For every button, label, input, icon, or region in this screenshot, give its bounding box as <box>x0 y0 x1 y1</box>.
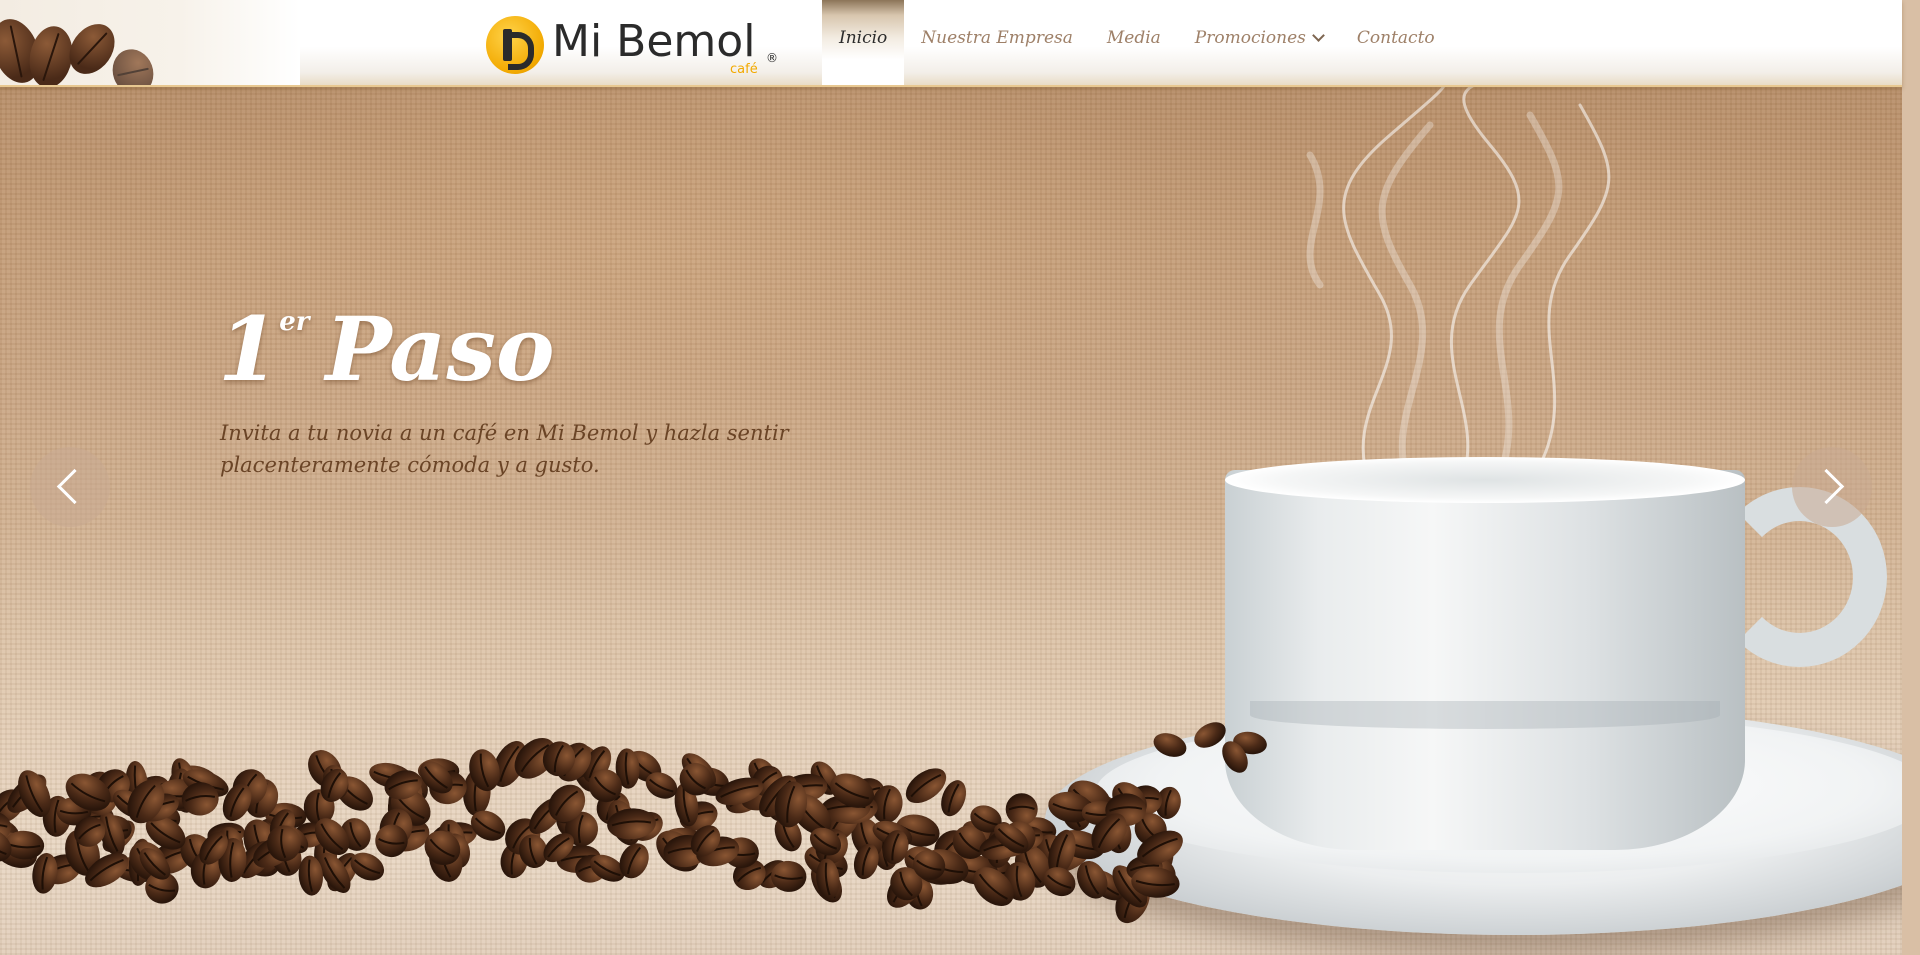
cup-rim <box>1225 457 1745 503</box>
hero-slider: 1er Paso Invita a tu novia a un café en M… <box>0 85 1902 955</box>
nav-item-label: Inicio <box>839 27 888 48</box>
logo-registered-mark: ® <box>766 51 778 65</box>
logo-text: Mi Bemol <box>552 16 756 67</box>
nav-item-media[interactable]: Media <box>1090 0 1178 85</box>
main-nav: Inicio Nuestra Empresa Media Promociones… <box>822 0 1452 85</box>
slide-title: 1er Paso <box>218 305 555 393</box>
steam-image <box>1306 85 1611 489</box>
nav-item-inicio[interactable]: Inicio <box>822 0 905 85</box>
site-header: Mi Bemol ® café Inicio Nuestra Empresa M… <box>0 0 1902 87</box>
nav-item-promociones[interactable]: Promociones <box>1178 0 1340 85</box>
slide-title-superscript: er <box>279 307 310 337</box>
coffee-cup-image <box>1225 470 1745 850</box>
nav-item-label: Promociones <box>1194 27 1306 48</box>
slide-title-number: 1 <box>218 297 280 401</box>
chevron-down-icon <box>1312 28 1325 42</box>
cup-foot <box>1250 701 1720 729</box>
site-logo[interactable]: Mi Bemol ® café <box>486 14 786 77</box>
slide-description: Invita a tu novia a un café en Mi Bemol … <box>220 421 789 477</box>
nav-item-label: Media <box>1106 27 1161 48</box>
nav-item-label: Nuestra Empresa <box>921 27 1073 48</box>
carousel-prev-button[interactable] <box>30 447 110 527</box>
header-coffee-beans-image <box>0 0 300 85</box>
carousel-next-button[interactable] <box>1792 447 1872 527</box>
nav-item-contacto[interactable]: Contacto <box>1340 0 1452 85</box>
nav-item-nuestra-empresa[interactable]: Nuestra Empresa <box>904 0 1090 85</box>
nav-item-label: Contacto <box>1356 27 1435 48</box>
logo-subtitle: café <box>730 62 758 77</box>
slide-title-word: Paso <box>325 297 555 401</box>
logo-icon <box>486 16 544 74</box>
